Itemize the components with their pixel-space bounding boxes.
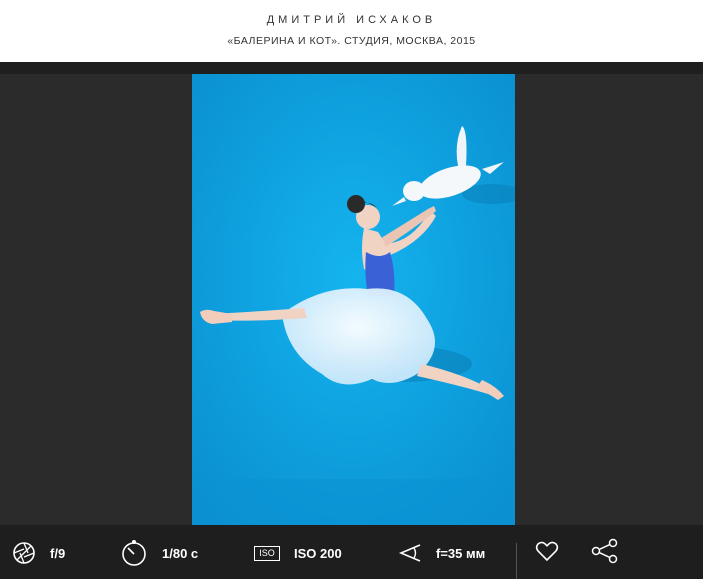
photographer-name: ДМИТРИЙ ИСХАКОВ: [266, 14, 437, 26]
aperture-icon: [12, 541, 36, 565]
ballerina-cat-photo[interactable]: [192, 74, 515, 525]
focal-length-info: f=35 мм: [398, 538, 485, 568]
photo-illustration: [192, 74, 515, 525]
aperture-value: f/9: [50, 545, 66, 561]
iso-icon: ISO: [254, 545, 280, 561]
aperture-info: f/9: [12, 538, 65, 568]
iso-info: ISO ISO 200: [254, 538, 342, 568]
iso-value: ISO 200: [294, 545, 342, 561]
page-header: ДМИТРИЙ ИСХАКОВ «БАЛЕРИНА И КОТ». СТУДИЯ…: [0, 0, 703, 62]
viewer-top-bar: [0, 62, 703, 74]
shutter-value: 1/80 с: [162, 545, 199, 561]
like-button[interactable]: [532, 538, 562, 568]
share-icon: [591, 538, 619, 569]
photo-caption: «БАЛЕРИНА И КОТ». СТУДИЯ, МОСКВА, 2015: [227, 35, 476, 47]
footer-divider: [516, 543, 517, 579]
shutter-info: 1/80 с: [120, 538, 198, 568]
lens-angle-icon: [398, 541, 422, 565]
share-button[interactable]: [590, 538, 620, 568]
heart-icon: [535, 540, 559, 567]
timer-icon: [120, 539, 148, 567]
focal-length-value: f=35 мм: [436, 545, 486, 561]
